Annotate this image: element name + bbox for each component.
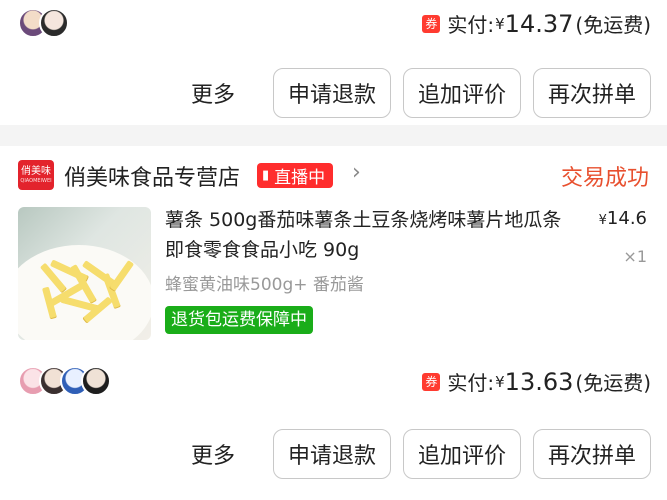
paid-label: 实付: xyxy=(447,371,495,395)
payment-summary: 券 实付: ¥ 13.63 (免运费) xyxy=(422,367,651,396)
currency-symbol: ¥ xyxy=(495,14,505,33)
add-review-button[interactable]: 追加评价 xyxy=(403,68,521,118)
price-currency: ¥ xyxy=(598,213,607,228)
product-image[interactable] xyxy=(18,207,151,340)
shop-name[interactable]: 俏美味食品专营店 xyxy=(64,160,240,192)
live-label: 直播中 xyxy=(274,168,326,188)
return-shipping-guarantee-badge: 退货包运费保障中 xyxy=(165,306,313,334)
paid-amount: 13.63 xyxy=(504,367,574,396)
paid-amount: 14.37 xyxy=(504,9,574,38)
avatar xyxy=(39,8,69,38)
group-avatars xyxy=(18,366,111,396)
product-spec: 蜂蜜黄油味500g+ 番茄酱 xyxy=(165,275,364,295)
live-bars-icon: ▮ xyxy=(262,168,270,183)
more-button[interactable]: 更多 xyxy=(191,438,235,470)
shipping-note: (免运费) xyxy=(575,371,651,395)
coupon-badge: 券 xyxy=(422,14,441,33)
request-refund-button[interactable]: 申请退款 xyxy=(273,429,391,479)
payment-summary: 券 实付: ¥ 14.37 (免运费) xyxy=(422,9,651,38)
order-actions: 更多 申请退款 追加评价 再次拼单 xyxy=(191,68,651,118)
chevron-right-icon[interactable]: › xyxy=(352,160,361,185)
product-price: ¥14.6 xyxy=(599,208,647,229)
reorder-group-button[interactable]: 再次拼单 xyxy=(533,429,651,479)
add-review-button[interactable]: 追加评价 xyxy=(403,429,521,479)
group-avatars xyxy=(18,8,69,38)
reorder-group-button[interactable]: 再次拼单 xyxy=(533,68,651,118)
order-card-1: 券 实付: ¥ 14.37 (免运费) 更多 申请退款 追加评价 再次拼单 xyxy=(0,0,667,125)
product-quantity: ×1 xyxy=(623,247,647,266)
order-actions: 更多 申请退款 追加评价 再次拼单 xyxy=(191,429,651,479)
order-status: 交易成功 xyxy=(560,166,649,191)
paid-label: 实付: xyxy=(447,13,495,37)
coupon-badge: 券 xyxy=(422,372,441,391)
currency-symbol: ¥ xyxy=(495,372,505,391)
shipping-note: (免运费) xyxy=(575,13,651,37)
request-refund-button[interactable]: 申请退款 xyxy=(273,68,391,118)
more-button[interactable]: 更多 xyxy=(191,77,235,109)
shop-logo[interactable]: 俏美味 QIAOMEIWEI xyxy=(18,160,54,190)
product-title[interactable]: 薯条 500g番茄味薯条土豆条烧烤味薯片地瓜条即食零食食品小吃 90g xyxy=(165,205,577,265)
avatar xyxy=(81,366,111,396)
shop-logo-subtext: QIAOMEIWEI xyxy=(20,177,52,184)
live-badge[interactable]: ▮ 直播中 xyxy=(257,163,334,188)
price-value: 14.6 xyxy=(606,208,647,229)
shop-logo-text: 俏美味 xyxy=(21,165,51,177)
order-card-2: 俏美味 QIAOMEIWEI 俏美味食品专营店 ▮ 直播中 › 交易成功 薯条 … xyxy=(0,146,667,500)
